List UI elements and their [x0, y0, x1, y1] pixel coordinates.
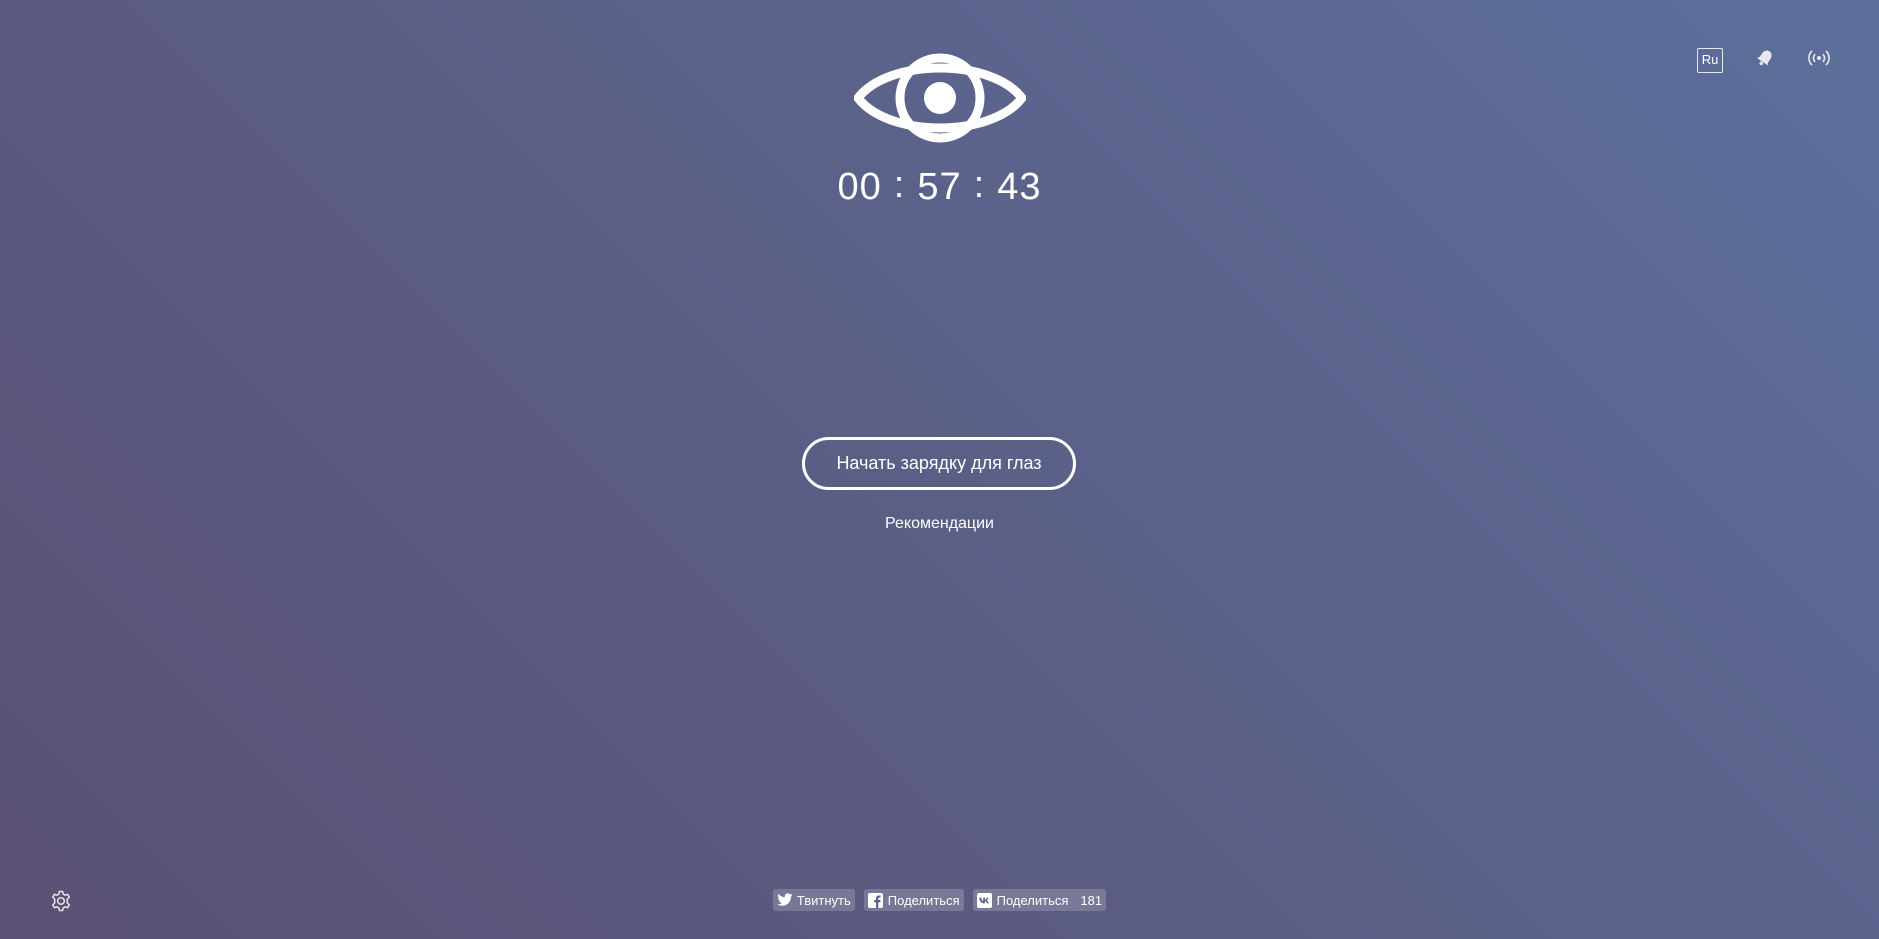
eye-logo — [0, 48, 1879, 148]
timer-hours: 00 — [837, 166, 882, 208]
recommendations-label: Рекомендации — [885, 515, 994, 532]
timer-minutes: 57 — [917, 166, 962, 208]
facebook-icon — [868, 892, 884, 908]
twitter-share-button[interactable]: Твитнуть — [772, 889, 855, 911]
timer-separator: : — [893, 164, 906, 206]
twitter-bird-icon — [777, 892, 793, 908]
vk-share-count: 181 — [1080, 892, 1103, 908]
recommendations-link[interactable]: Рекомендации — [0, 515, 1879, 533]
facebook-share-label: Поделиться — [887, 892, 960, 908]
timer-seconds: 43 — [997, 166, 1042, 208]
vk-icon — [977, 892, 993, 908]
facebook-share-button[interactable]: Поделиться — [863, 889, 964, 911]
timer-separator: : — [973, 164, 986, 206]
start-exercise-label: Начать зарядку для глаз — [836, 453, 1042, 473]
vk-share-button[interactable]: Поделиться 181 — [972, 889, 1107, 911]
share-bar: Твитнуть Поделиться Поделиться 181 — [0, 889, 1879, 911]
eye-icon — [853, 48, 1026, 148]
vk-share-label: Поделиться — [996, 892, 1069, 908]
countdown-timer: 00:57:43 — [0, 164, 1879, 209]
twitter-share-label: Твитнуть — [796, 892, 851, 908]
start-exercise-button[interactable]: Начать зарядку для глаз — [802, 437, 1076, 490]
